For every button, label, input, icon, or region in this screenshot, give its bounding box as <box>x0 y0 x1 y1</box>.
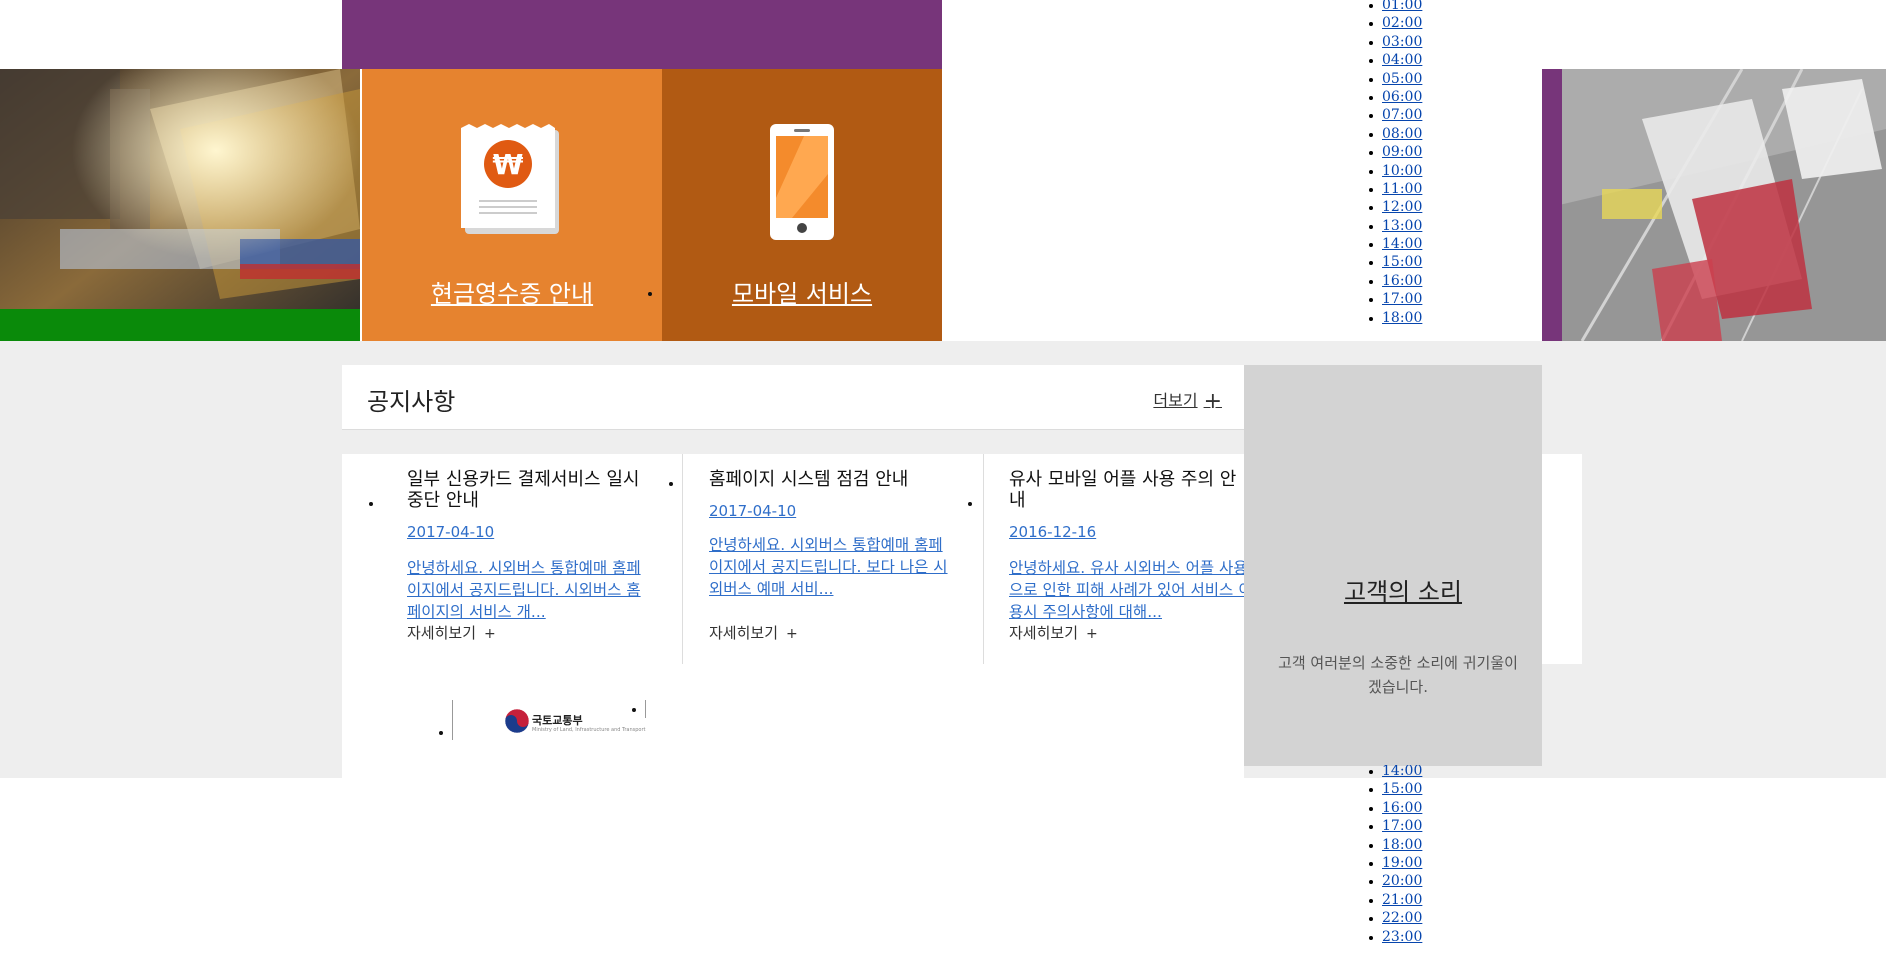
receipt-won-icon: ₩ <box>461 124 563 240</box>
ministry-name: 국토교통부 <box>532 714 583 727</box>
plus-icon: + <box>1203 389 1222 414</box>
notice-item[interactable]: 홈페이지 시스템 점검 안내 2017-04-10 안녕하세요. 시외버스 통합… <box>683 454 984 664</box>
notice-item-title[interactable]: 일부 신용카드 결제서비스 일시중단 안내 <box>407 469 652 511</box>
notice-item-summary[interactable]: 안녕하세요. 시외버스 통합예매 홈페이지에서 공지드립니다. 시외버스 홈페이… <box>407 557 652 623</box>
time-item[interactable]: 15:00 <box>1364 253 1464 271</box>
time-item[interactable]: 05:00 <box>1364 70 1464 88</box>
mobile-service-tile[interactable]: 모바일 서비스 <box>662 69 942 341</box>
time-item[interactable]: 09:00 <box>1364 143 1464 161</box>
time-item[interactable]: 12:00 <box>1364 198 1464 216</box>
list-bullet <box>439 731 443 735</box>
notice-header: 공지사항 더보기 + <box>342 365 1244 430</box>
cash-receipt-tile[interactable]: ₩ 현금영수증 안내 <box>362 69 662 341</box>
time-item[interactable]: 08:00 <box>1364 125 1464 143</box>
notice-detail-link[interactable]: 자세히보기 + <box>709 622 798 643</box>
ministry-logo[interactable]: 국토교통부 Ministry of Land, Infrastructure a… <box>504 706 645 738</box>
notice-item-summary[interactable]: 안녕하세요. 유사 시외버스 어플 사용으로 인한 피해 사례가 있어 서비스 … <box>1009 557 1244 623</box>
bus-photo-left <box>0 69 360 341</box>
time-item[interactable]: 07:00 <box>1364 106 1464 124</box>
notice-item-date: 2017-04-10 <box>407 523 495 541</box>
time-item[interactable]: 23:00 <box>1364 928 1464 946</box>
detail-label[interactable]: 자세히보기 <box>1009 624 1078 642</box>
time-item[interactable]: 20:00 <box>1364 872 1464 890</box>
notice-item-summary[interactable]: 안녕하세요. 시외버스 통합예매 홈페이지에서 공지드립니다. 보다 나은 시외… <box>709 534 954 600</box>
time-item[interactable]: 16:00 <box>1364 799 1464 817</box>
time-item[interactable]: 06:00 <box>1364 88 1464 106</box>
time-item[interactable]: 21:00 <box>1364 891 1464 909</box>
notice-item-date: 2017-04-10 <box>709 502 797 520</box>
time-item[interactable]: 11:00 <box>1364 180 1464 198</box>
notice-item[interactable]: 유사 모바일 어플 사용 주의 안내 2016-12-16 안녕하세요. 유사 … <box>984 454 1244 664</box>
mobile-service-link[interactable]: 모바일 서비스 <box>662 274 942 309</box>
notice-item[interactable]: 일부 신용카드 결제서비스 일시중단 안내 2017-04-10 안녕하세요. … <box>342 454 683 664</box>
time-item[interactable]: 04:00 <box>1364 51 1464 69</box>
detail-label[interactable]: 자세히보기 <box>407 624 476 642</box>
list-bullet <box>369 502 373 506</box>
divider <box>452 700 453 740</box>
time-item[interactable]: 17:00 <box>1364 290 1464 308</box>
time-item[interactable]: 15:00 <box>1364 780 1464 798</box>
list-bullet <box>632 708 636 712</box>
time-item[interactable]: 14:00 <box>1364 235 1464 253</box>
notice-detail-link[interactable]: 자세히보기 + <box>1009 622 1098 643</box>
time-item[interactable]: 03:00 <box>1364 33 1464 51</box>
notice-title: 공지사항 <box>367 388 456 416</box>
time-item[interactable]: 22:00 <box>1364 909 1464 927</box>
time-item[interactable]: 13:00 <box>1364 217 1464 235</box>
time-item[interactable]: 18:00 <box>1364 309 1464 327</box>
list-bullet <box>648 292 652 296</box>
notice-item-title[interactable]: 유사 모바일 어플 사용 주의 안내 <box>1009 469 1239 511</box>
top-banner-band <box>342 0 942 69</box>
customer-voice-link[interactable]: 고객의 소리 <box>1244 572 1542 607</box>
time-item[interactable]: 19:00 <box>1364 854 1464 872</box>
time-item[interactable]: 14:00 <box>1364 765 1464 780</box>
list-bullet <box>968 502 972 506</box>
list-bullet <box>669 482 673 486</box>
time-item[interactable]: 02:00 <box>1364 14 1464 32</box>
notice-item-title[interactable]: 홈페이지 시스템 점검 안내 <box>709 469 954 490</box>
plus-icon: + <box>484 626 496 642</box>
purple-accent-strip <box>1542 69 1562 341</box>
plus-icon: + <box>1086 626 1098 642</box>
detail-label[interactable]: 자세히보기 <box>709 624 778 642</box>
departure-time-list-lower: 14:00 15:00 16:00 17:00 18:00 19:00 20:0… <box>1364 765 1464 963</box>
cash-receipt-link[interactable]: 현금영수증 안내 <box>362 274 662 309</box>
divider <box>645 700 646 718</box>
ministry-logo-icon <box>504 708 530 734</box>
time-item[interactable]: 16:00 <box>1364 272 1464 290</box>
ministry-subtitle: Ministry of Land, Infrastructure and Tra… <box>532 727 646 733</box>
customer-voice-description: 고객 여러분의 소중한 소리에 귀기울이겠습니다. <box>1278 654 1518 696</box>
smartphone-icon <box>770 124 834 244</box>
footer-links: 국토교통부 Ministry of Land, Infrastructure a… <box>342 664 1244 778</box>
more-label[interactable]: 더보기 <box>1153 391 1197 410</box>
time-item[interactable]: 01:00 <box>1364 0 1464 14</box>
notice-item-date: 2016-12-16 <box>1009 523 1097 541</box>
customer-voice-panel[interactable]: 고객의 소리 고객 여러분의 소중한 소리에 귀기울이겠습니다. <box>1244 365 1542 766</box>
plus-icon: + <box>786 626 798 642</box>
svg-text:₩: ₩ <box>493 148 524 181</box>
time-item[interactable]: 10:00 <box>1364 162 1464 180</box>
notice-detail-link[interactable]: 자세히보기 + <box>407 622 496 643</box>
time-item[interactable]: 17:00 <box>1364 817 1464 835</box>
time-item[interactable]: 18:00 <box>1364 836 1464 854</box>
street-photo-right <box>1542 69 1886 341</box>
notice-more-link[interactable]: 더보기 + <box>1153 387 1222 414</box>
departure-time-list: 01:00 02:00 03:00 04:00 05:00 06:00 07:0… <box>1364 0 1464 341</box>
